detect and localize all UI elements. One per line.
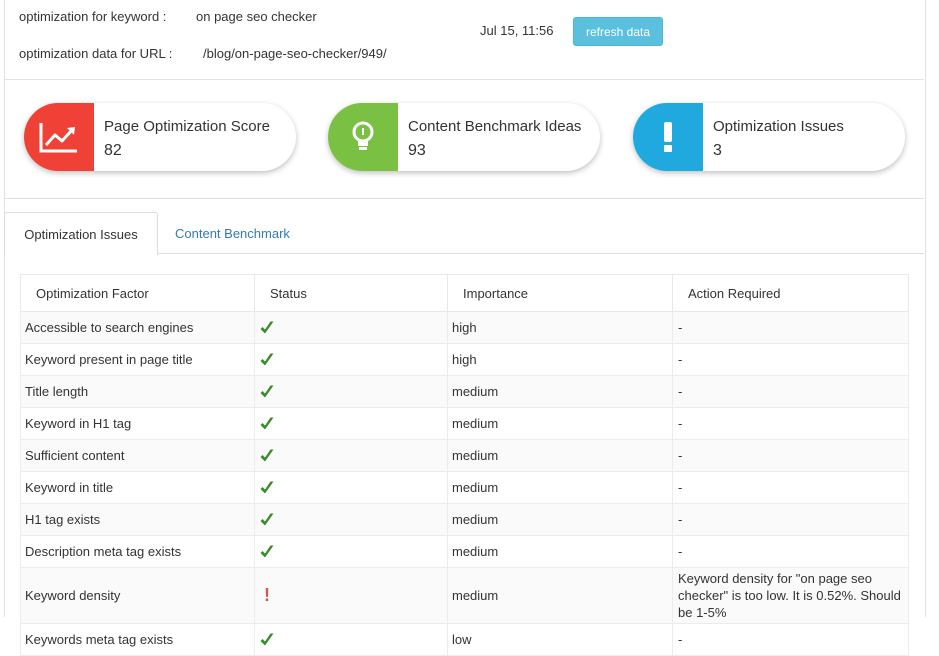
check-icon [259, 479, 275, 494]
status-cell [254, 311, 448, 344]
factor-cell: Keywords meta tag exists [20, 623, 255, 656]
card-optimization-issues: Optimization Issues 3 [633, 103, 905, 171]
trending-up-icon [24, 103, 94, 171]
factor-cell: Keyword density [20, 567, 255, 624]
action-cell: - [672, 343, 909, 376]
check-icon [259, 447, 275, 462]
refresh-data-button[interactable]: refresh data [573, 17, 663, 46]
importance-cell: medium [447, 567, 673, 624]
table-row: Keyword in title medium - [20, 471, 909, 504]
table-row: H1 tag exists medium - [20, 503, 909, 536]
table-row: Description meta tag exists medium - [20, 535, 909, 568]
header-divider [4, 79, 924, 80]
warning-icon: ! [264, 585, 270, 605]
url-value: /blog/on-page-seo-checker/949/ [203, 46, 387, 61]
table-row: Keyword present in page title high - [20, 343, 909, 376]
card-value: 82 [104, 142, 122, 159]
table-row: Keyword density! medium Keyword density fo… [20, 567, 909, 624]
status-cell [254, 503, 448, 536]
status-cell [254, 535, 448, 568]
optimization-table: Optimization Factor Status Importance Ac… [20, 274, 909, 656]
check-icon [259, 511, 275, 526]
importance-cell: medium [447, 503, 673, 536]
check-icon [259, 543, 275, 558]
check-icon [259, 383, 275, 398]
table-row: Sufficient content medium - [20, 439, 909, 472]
table-row: Accessible to search engines high - [20, 311, 909, 344]
importance-cell: high [447, 343, 673, 376]
column-header: Importance [447, 274, 673, 312]
action-cell: - [672, 311, 909, 344]
factor-cell: Sufficient content [20, 439, 255, 472]
keyword-label: optimization for keyword : [19, 9, 167, 24]
status-cell: ! [254, 567, 448, 624]
lightbulb-icon [328, 103, 398, 171]
status-cell [254, 407, 448, 440]
timestamp: Jul 15, 11:56 [480, 23, 554, 38]
check-icon [259, 631, 275, 646]
column-header: Action Required [672, 274, 909, 312]
card-title: Page Optimization Score [104, 118, 270, 135]
card-title: Optimization Issues [713, 118, 844, 135]
url-label: optimization data for URL : [19, 46, 173, 61]
cards-divider [4, 198, 924, 199]
card-value: 3 [713, 142, 722, 159]
factor-cell: H1 tag exists [20, 503, 255, 536]
action-cell: - [672, 503, 909, 536]
table-row: Title length medium - [20, 375, 909, 408]
action-cell: - [672, 471, 909, 504]
action-cell: - [672, 535, 909, 568]
tabs-border [157, 253, 924, 254]
action-cell: - [672, 375, 909, 408]
table-row: Keyword in H1 tag medium - [20, 407, 909, 440]
card-content-benchmark-ideas: Content Benchmark Ideas 93 [328, 103, 600, 171]
importance-cell: high [447, 311, 673, 344]
importance-cell: medium [447, 407, 673, 440]
action-cell: - [672, 623, 909, 656]
check-icon [259, 415, 275, 430]
importance-cell: medium [447, 535, 673, 568]
action-cell: - [672, 407, 909, 440]
status-cell [254, 439, 448, 472]
check-icon [259, 351, 275, 366]
factor-cell: Accessible to search engines [20, 311, 255, 344]
card-page-optimization-score: Page Optimization Score 82 [24, 103, 296, 171]
importance-cell: low [447, 623, 673, 656]
column-header: Optimization Factor [20, 274, 255, 312]
factor-cell: Title length [20, 375, 255, 408]
factor-cell: Keyword in title [20, 471, 255, 504]
column-header: Status [254, 274, 448, 312]
table-row: Keywords meta tag exists low - [20, 623, 909, 656]
tab-optimization-issues[interactable]: Optimization Issues [4, 212, 158, 255]
factor-cell: Keyword in H1 tag [20, 407, 255, 440]
card-value: 93 [408, 142, 426, 159]
card-title: Content Benchmark Ideas [408, 118, 582, 135]
status-cell [254, 343, 448, 376]
keyword-value: on page seo checker [196, 9, 317, 24]
factor-cell: Keyword present in page title [20, 343, 255, 376]
factor-cell: Description meta tag exists [20, 535, 255, 568]
exclamation-icon [633, 103, 703, 171]
action-cell: - [672, 439, 909, 472]
importance-cell: medium [447, 375, 673, 408]
tab-content-benchmark[interactable]: Content Benchmark [175, 226, 290, 241]
status-cell [254, 471, 448, 504]
importance-cell: medium [447, 439, 673, 472]
action-cell: Keyword density for "on page seo checker… [672, 567, 909, 624]
check-icon [259, 319, 275, 334]
status-cell [254, 375, 448, 408]
status-cell [254, 623, 448, 656]
importance-cell: medium [447, 471, 673, 504]
